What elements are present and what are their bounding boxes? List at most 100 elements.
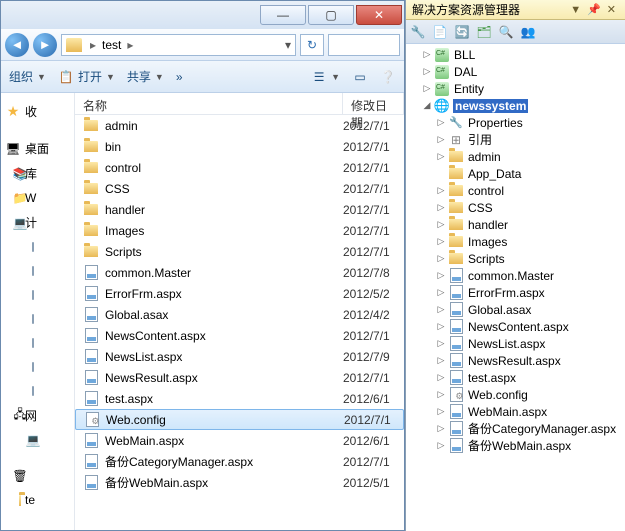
expand-icon[interactable]: ▷	[434, 253, 448, 264]
tree-item[interactable]: ▷Global.asax	[406, 301, 625, 318]
nest-icon[interactable]: 🗂	[476, 24, 492, 40]
tree-item[interactable]: ▷Entity	[406, 80, 625, 97]
file-row[interactable]: Global.asax2012/4/2	[75, 304, 404, 325]
expand-icon[interactable]: ▷	[434, 440, 448, 451]
preview-button[interactable]: ▭	[352, 69, 368, 85]
show-all-icon[interactable]: 📄	[432, 24, 448, 40]
column-name[interactable]: 名称	[75, 93, 343, 114]
address-dropdown[interactable]: ▾	[285, 38, 291, 52]
file-row[interactable]: control2012/7/1	[75, 157, 404, 178]
tree-item[interactable]: ▷NewsResult.aspx	[406, 352, 625, 369]
drive-item[interactable]: 💻	[3, 428, 72, 452]
properties-icon[interactable]: 🔧	[410, 24, 426, 40]
drive-item[interactable]	[3, 235, 72, 259]
tree-item[interactable]: ▷ErrorFrm.aspx	[406, 284, 625, 301]
libs-item[interactable]: 📚库	[3, 161, 72, 186]
expand-icon[interactable]: ▷	[434, 304, 448, 315]
refresh-icon[interactable]: 🔄	[454, 24, 470, 40]
column-date[interactable]: 修改日期	[343, 93, 404, 114]
expand-icon[interactable]: ▷	[434, 202, 448, 213]
file-row[interactable]: CSS2012/7/1	[75, 178, 404, 199]
file-row[interactable]: Scripts2012/7/1	[75, 241, 404, 262]
tree-item[interactable]: ▷test.aspx	[406, 369, 625, 386]
tree-item[interactable]: ▷control	[406, 182, 625, 199]
open-menu[interactable]: 📋 打开▼	[58, 68, 115, 85]
tree-item[interactable]: App_Data	[406, 165, 625, 182]
tree-item[interactable]: ▷Scripts	[406, 250, 625, 267]
tree-item[interactable]: ▷handler	[406, 216, 625, 233]
expand-icon[interactable]: ▷	[420, 83, 434, 94]
desktop-item[interactable]: 🖥桌面	[3, 136, 72, 161]
expand-icon[interactable]: ◢	[420, 100, 434, 111]
expand-icon[interactable]: ▷	[434, 270, 448, 281]
tree-item[interactable]: ▷备份WebMain.aspx	[406, 437, 625, 454]
file-row[interactable]: Web.config2012/7/1	[75, 409, 404, 430]
w-item[interactable]: 📁W	[3, 186, 72, 210]
expand-icon[interactable]: ▷	[434, 406, 448, 417]
address-bar[interactable]: ▸ test ▸ ▾	[61, 34, 296, 56]
expand-icon[interactable]: ▷	[434, 355, 448, 366]
expand-icon[interactable]: ▷	[434, 219, 448, 230]
help-button[interactable]: ❔	[380, 69, 396, 85]
drive-item[interactable]	[3, 283, 72, 307]
refresh-button[interactable]: ↻	[300, 34, 324, 56]
pin-button[interactable]: 📌	[584, 3, 604, 16]
favorites-item[interactable]: ★收	[3, 99, 72, 124]
view-button[interactable]: ☰▼	[311, 69, 340, 85]
breadcrumb-item[interactable]: test	[100, 38, 123, 52]
organize-menu[interactable]: 组织▼	[9, 68, 46, 85]
tree-item[interactable]: ▷CSS	[406, 199, 625, 216]
drive-item[interactable]	[3, 355, 72, 379]
expand-icon[interactable]: ▷	[434, 185, 448, 196]
tree-item[interactable]: ▷⊞引用	[406, 131, 625, 148]
expand-icon[interactable]: ▷	[420, 66, 434, 77]
drive-item[interactable]	[3, 379, 72, 403]
recycle-item[interactable]: 🗑	[3, 464, 72, 488]
file-row[interactable]: admin2012/7/1	[75, 115, 404, 136]
tree-item[interactable]: ▷Images	[406, 233, 625, 250]
file-row[interactable]: 备份CategoryManager.aspx2012/7/1	[75, 451, 404, 472]
tree-item[interactable]: ◢🌐newssystem	[406, 97, 625, 114]
file-row[interactable]: handler2012/7/1	[75, 199, 404, 220]
tree-item[interactable]: ▷common.Master	[406, 267, 625, 284]
drive-item[interactable]	[3, 259, 72, 283]
maximize-button[interactable]: ▢	[308, 5, 354, 25]
more-menu[interactable]: »	[176, 70, 183, 84]
tree-item[interactable]: ▷DAL	[406, 63, 625, 80]
expand-icon[interactable]: ▷	[434, 338, 448, 349]
expand-icon[interactable]: ▷	[434, 151, 448, 162]
expand-icon[interactable]: ▷	[434, 117, 448, 128]
file-row[interactable]: test.aspx2012/6/1	[75, 388, 404, 409]
file-row[interactable]: WebMain.aspx2012/6/1	[75, 430, 404, 451]
minimize-button[interactable]: —	[260, 5, 306, 25]
expand-icon[interactable]: ▷	[434, 134, 448, 145]
expand-icon[interactable]: ▷	[434, 321, 448, 332]
net-item[interactable]: 🖧网	[3, 403, 72, 428]
file-row[interactable]: NewsContent.aspx2012/7/1	[75, 325, 404, 346]
expand-icon[interactable]: ▷	[434, 423, 448, 434]
back-button[interactable]: ◄	[5, 33, 29, 57]
close-panel-button[interactable]: ✕	[604, 3, 619, 16]
expand-icon[interactable]: ▷	[420, 49, 434, 60]
tree-item[interactable]: ▷WebMain.aspx	[406, 403, 625, 420]
tree-item[interactable]: ▷NewsList.aspx	[406, 335, 625, 352]
tree-item[interactable]: ▷admin	[406, 148, 625, 165]
expand-icon[interactable]: ▷	[434, 389, 448, 400]
tree-item[interactable]: ▷Web.config	[406, 386, 625, 403]
file-row[interactable]: NewsResult.aspx2012/7/1	[75, 367, 404, 388]
tree-item[interactable]: ▷🔧Properties	[406, 114, 625, 131]
comp-item[interactable]: 💻计	[3, 210, 72, 235]
tree-item[interactable]: ▷NewsContent.aspx	[406, 318, 625, 335]
file-row[interactable]: bin2012/7/1	[75, 136, 404, 157]
tree-item[interactable]: ▷BLL	[406, 46, 625, 63]
expand-icon[interactable]: ▷	[434, 236, 448, 247]
te-item[interactable]: te	[3, 488, 72, 512]
file-row[interactable]: NewsList.aspx2012/7/9	[75, 346, 404, 367]
drive-item[interactable]	[3, 307, 72, 331]
expand-icon[interactable]: ▷	[434, 287, 448, 298]
share-menu[interactable]: 共享▼	[127, 68, 164, 85]
file-row[interactable]: Images2012/7/1	[75, 220, 404, 241]
file-row[interactable]: common.Master2012/7/8	[75, 262, 404, 283]
search-input[interactable]	[328, 34, 400, 56]
close-button[interactable]: ✕	[356, 5, 402, 25]
